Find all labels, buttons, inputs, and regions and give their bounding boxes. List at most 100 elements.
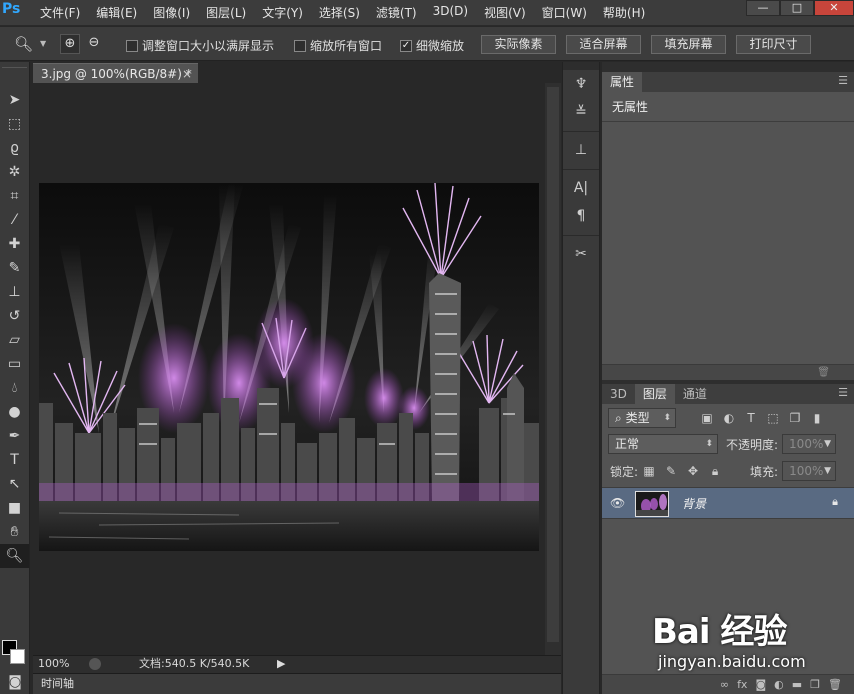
watermark-url: jingyan.baidu.com bbox=[658, 652, 806, 671]
eraser-tool-icon[interactable]: ▱ bbox=[0, 328, 29, 352]
filter-smart-object-icon[interactable]: ❐ bbox=[784, 411, 806, 425]
menu-image[interactable]: 图像(I) bbox=[153, 4, 190, 21]
menu-layer[interactable]: 图层(L) bbox=[206, 4, 246, 21]
baidu-watermark: Bai 经验 jingyan.baidu.com bbox=[652, 598, 852, 678]
zoom-tool-selected-icon[interactable]: 🔍︎ bbox=[0, 544, 29, 568]
menu-type[interactable]: 文字(Y) bbox=[262, 4, 303, 21]
tools-panel: ➤ ⬚ ϱ ✲ ⌗ ⁄ ✚ ✎ ⊥ ↺ ▱ ▭ 💧︎ ● ✒ T ↖ ■ ✋︎ … bbox=[0, 62, 30, 694]
layer-filter-value: 类型 bbox=[625, 411, 650, 425]
filter-adjustment-icon[interactable]: ◐ bbox=[718, 411, 740, 425]
tab-layers[interactable]: 图层 bbox=[634, 384, 675, 404]
crop-tool-icon[interactable]: ⌗ bbox=[0, 184, 29, 208]
menu-file[interactable]: 文件(F) bbox=[40, 4, 80, 21]
path-selection-tool-icon[interactable]: ↖ bbox=[0, 472, 29, 496]
move-tool-icon[interactable]: ➤ bbox=[0, 88, 29, 112]
zoom-tool-icon[interactable]: 🔍︎ bbox=[14, 35, 33, 53]
eye-icon[interactable]: 👁︎ bbox=[610, 496, 625, 510]
brush-presets-icon[interactable]: ♆ bbox=[563, 70, 599, 98]
tab-properties[interactable]: 属性 bbox=[602, 72, 643, 92]
filter-shape-icon[interactable]: ⬚ bbox=[762, 411, 784, 425]
properties-footer: 🗑︎ bbox=[602, 364, 854, 380]
close-window-button[interactable]: ✕ bbox=[814, 0, 854, 16]
status-info-icon[interactable] bbox=[89, 658, 101, 670]
eyedropper-tool-icon[interactable]: ⁄ bbox=[0, 208, 29, 232]
menu-view[interactable]: 视图(V) bbox=[484, 4, 526, 21]
quick-mask-icon[interactable]: ◙ bbox=[0, 670, 30, 694]
print-size-button[interactable]: 打印尺寸 bbox=[736, 35, 811, 54]
lock-transparent-icon[interactable]: ▦ bbox=[638, 464, 660, 478]
tool-preset-caret-icon[interactable]: ▼ bbox=[40, 39, 46, 48]
fill-field[interactable]: 100% ▼ bbox=[782, 461, 837, 481]
clone-source-icon[interactable]: ⊥ bbox=[563, 136, 599, 164]
layer-name[interactable]: 背景 bbox=[682, 495, 706, 512]
type-tool-icon[interactable]: T bbox=[0, 448, 29, 472]
document-image[interactable] bbox=[39, 183, 539, 551]
chevron-down-icon: ▼ bbox=[824, 466, 832, 476]
vertical-scrollbar[interactable] bbox=[545, 83, 561, 655]
layer-filter-row: ⌕ 类型 ⬍ ▣ ◐ T ⬚ ❐ ▮ bbox=[602, 406, 854, 430]
status-menu-arrow-icon[interactable]: ▶ bbox=[277, 656, 285, 672]
chevron-down-icon: ⬍ bbox=[705, 439, 713, 449]
healing-brush-tool-icon[interactable]: ✚ bbox=[0, 232, 29, 256]
opacity-field[interactable]: 100% ▼ bbox=[782, 434, 837, 454]
brush-tool-icon[interactable]: ✎ bbox=[0, 256, 29, 280]
fill-screen-button[interactable]: 填充屏幕 bbox=[651, 35, 726, 54]
zoom-level[interactable]: 100% bbox=[38, 656, 69, 672]
scrollbar-thumb[interactable] bbox=[547, 87, 559, 642]
gradient-tool-icon[interactable]: ▭ bbox=[0, 352, 29, 376]
lock-image-icon[interactable]: ✎ bbox=[660, 464, 682, 478]
scrubby-zoom-option[interactable]: ✓ 细微缩放 bbox=[400, 37, 464, 54]
menu-edit[interactable]: 编辑(E) bbox=[96, 4, 137, 21]
menu-3d[interactable]: 3D(D) bbox=[433, 4, 468, 21]
tool-presets-icon[interactable]: ✂ bbox=[563, 240, 599, 268]
menu-filter[interactable]: 滤镜(T) bbox=[376, 4, 417, 21]
tab-3d[interactable]: 3D bbox=[602, 384, 635, 404]
tab-channels[interactable]: 通道 bbox=[675, 384, 715, 404]
filter-type-icon[interactable]: T bbox=[740, 411, 762, 425]
resize-windows-checkbox[interactable] bbox=[126, 39, 138, 52]
layer-row[interactable]: 👁︎ 背景 🔒︎ bbox=[602, 487, 854, 519]
filter-toggle-icon[interactable]: ▮ bbox=[806, 411, 828, 425]
filter-pixel-icon[interactable]: ▣ bbox=[696, 411, 718, 425]
zoom-in-icon[interactable]: ⊕ bbox=[60, 34, 80, 54]
menu-help[interactable]: 帮助(H) bbox=[603, 4, 645, 21]
lock-all-icon[interactable]: 🔒︎ bbox=[704, 464, 726, 479]
magic-wand-tool-icon[interactable]: ✲ bbox=[0, 160, 29, 184]
timeline-panel-tab[interactable]: 时间轴 bbox=[33, 673, 561, 694]
dock-grip[interactable] bbox=[563, 62, 599, 70]
menu-window[interactable]: 窗口(W) bbox=[542, 4, 587, 21]
lasso-tool-icon[interactable]: ϱ bbox=[0, 136, 29, 160]
scrubby-zoom-checkbox[interactable]: ✓ bbox=[400, 39, 412, 52]
zoom-all-option[interactable]: 缩放所有窗口 bbox=[294, 37, 382, 54]
trash-icon[interactable]: 🗑︎ bbox=[817, 367, 830, 378]
dodge-tool-icon[interactable]: ● bbox=[0, 400, 29, 424]
pen-tool-icon[interactable]: ✒ bbox=[0, 424, 29, 448]
close-document-icon[interactable]: × bbox=[182, 64, 192, 84]
hand-tool-icon[interactable]: ✋︎ bbox=[0, 520, 29, 544]
minimize-button[interactable]: — bbox=[746, 0, 780, 16]
paragraph-panel-icon[interactable]: ¶ bbox=[563, 202, 599, 230]
layer-filter-dropdown[interactable]: ⌕ 类型 ⬍ bbox=[608, 408, 676, 428]
clone-stamp-tool-icon[interactable]: ⊥ bbox=[0, 280, 29, 304]
properties-menu-icon[interactable]: ☰ bbox=[838, 74, 848, 87]
status-bar: 100% 文档:540.5 K/540.5K ▶ bbox=[33, 655, 561, 673]
zoom-all-checkbox[interactable] bbox=[294, 39, 306, 52]
brush-panel-icon[interactable]: ≚ bbox=[563, 98, 599, 126]
history-brush-tool-icon[interactable]: ↺ bbox=[0, 304, 29, 328]
character-panel-icon[interactable]: A| bbox=[563, 174, 599, 202]
marquee-tool-icon[interactable]: ⬚ bbox=[0, 112, 29, 136]
restore-button[interactable]: □ bbox=[780, 0, 814, 16]
zoom-out-icon[interactable]: ⊖ bbox=[84, 34, 104, 54]
actual-pixels-button[interactable]: 实际像素 bbox=[481, 35, 556, 54]
blend-mode-dropdown[interactable]: 正常 ⬍ bbox=[608, 434, 718, 454]
blur-tool-icon[interactable]: 💧︎ bbox=[0, 376, 29, 400]
lock-position-icon[interactable]: ✥ bbox=[682, 464, 704, 478]
menu-select[interactable]: 选择(S) bbox=[319, 4, 360, 21]
resize-windows-option[interactable]: 调整窗口大小以满屏显示 bbox=[126, 37, 274, 54]
fit-screen-button[interactable]: 适合屏幕 bbox=[566, 35, 641, 54]
properties-grip[interactable] bbox=[602, 62, 854, 72]
layers-menu-icon[interactable]: ☰ bbox=[838, 386, 848, 399]
background-color-swatch[interactable] bbox=[10, 649, 25, 664]
shape-tool-icon[interactable]: ■ bbox=[0, 496, 29, 520]
document-tab[interactable]: 3.jpg @ 100%(RGB/8#) * × bbox=[33, 63, 198, 83]
